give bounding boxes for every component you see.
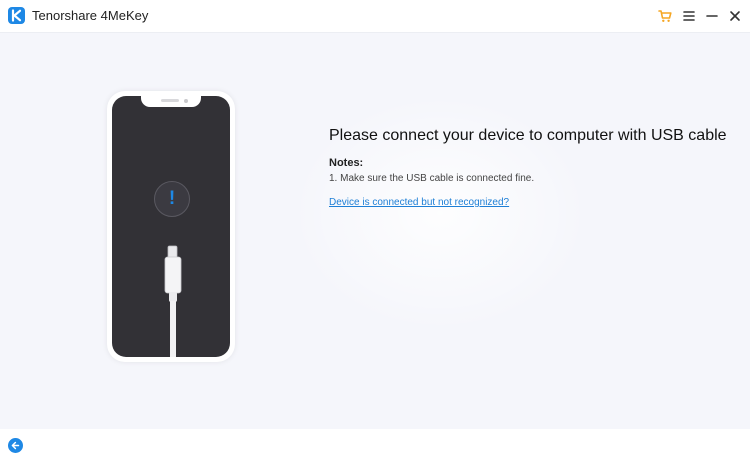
close-icon — [730, 11, 740, 21]
usb-cable-icon — [164, 245, 182, 357]
phone-screen: ! — [112, 96, 230, 357]
minimize-icon — [706, 15, 718, 17]
close-button[interactable] — [727, 8, 743, 24]
cart-button[interactable] — [657, 8, 673, 24]
title-bar: Tenorshare 4MeKey — [0, 0, 750, 33]
tenorshare-k-logo-icon — [8, 7, 25, 24]
phone-icon: ! — [107, 91, 235, 362]
page-heading: Please connect your device to computer w… — [329, 127, 727, 144]
device-not-recognized-link[interactable]: Device is connected but not recognized? — [329, 197, 509, 208]
note-item: 1. Make sure the USB cable is connected … — [329, 173, 535, 184]
footer-bar — [0, 429, 750, 460]
cart-icon — [658, 10, 672, 22]
back-arrow-icon — [11, 441, 20, 450]
app-title: Tenorshare 4MeKey — [32, 8, 149, 23]
menu-button[interactable] — [681, 8, 697, 24]
back-button[interactable] — [8, 438, 23, 453]
minimize-button[interactable] — [704, 8, 720, 24]
menu-icon — [683, 11, 695, 21]
notes-title: Notes: — [329, 157, 364, 169]
